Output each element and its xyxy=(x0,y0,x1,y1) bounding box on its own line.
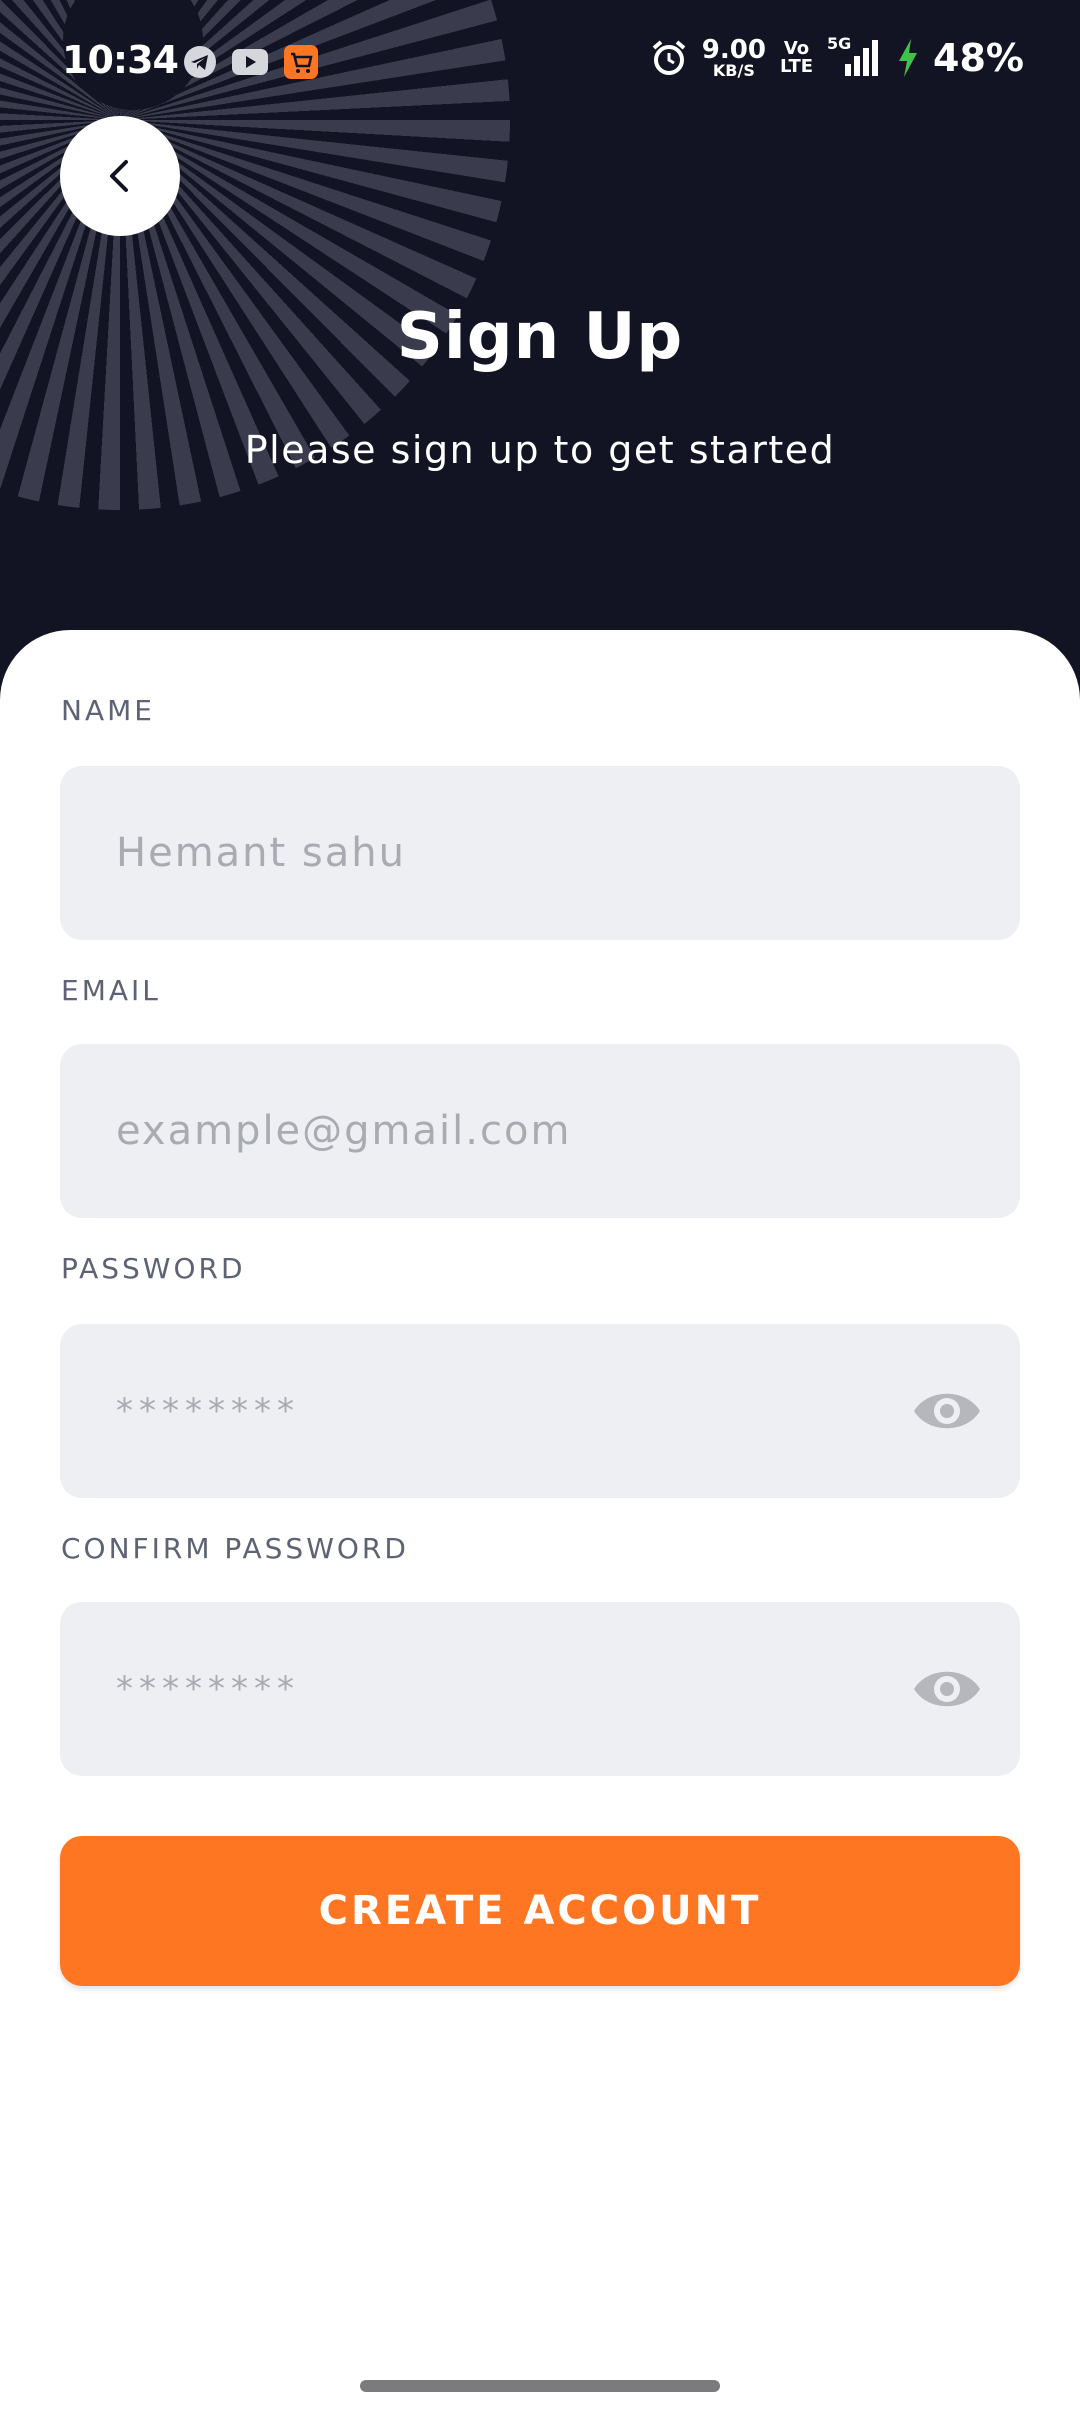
signal-icon: 5G xyxy=(827,34,883,78)
home-indicator[interactable] xyxy=(360,2380,720,2392)
shop-app-icon xyxy=(284,45,318,79)
back-button[interactable] xyxy=(60,116,180,236)
confirm-password-input[interactable]: ******** xyxy=(60,1602,1020,1776)
network-speed: 9.00 KB/S xyxy=(701,35,766,80)
name-placeholder: Hemant sahu xyxy=(116,830,406,876)
name-label: NAME xyxy=(61,694,155,727)
password-input[interactable]: ******** xyxy=(60,1324,1020,1498)
youtube-icon xyxy=(232,49,268,75)
eye-icon[interactable] xyxy=(912,1660,982,1718)
email-label: EMAIL xyxy=(61,974,161,1007)
password-placeholder: ******** xyxy=(116,1391,300,1431)
eye-icon[interactable] xyxy=(912,1382,982,1440)
battery-percent: 48% xyxy=(933,36,1024,80)
email-input[interactable]: example@gmail.com xyxy=(60,1044,1020,1218)
confirm-password-label: CONFIRM PASSWORD xyxy=(61,1532,409,1565)
header: 10:34 9.00 KB/S Vo LTE 5G 48% Sign Up Pl… xyxy=(0,0,1080,720)
create-account-button[interactable]: CREATE ACCOUNT xyxy=(60,1836,1020,1986)
page-title: Sign Up xyxy=(396,300,684,374)
back-arrow-icon xyxy=(110,160,128,192)
confirm-password-placeholder: ******** xyxy=(116,1669,300,1709)
status-bar: 10:34 9.00 KB/S Vo LTE 5G 48% xyxy=(0,0,1080,120)
alarm-icon xyxy=(652,40,686,75)
telegram-icon xyxy=(184,46,216,78)
status-time: 10:34 xyxy=(62,38,179,82)
charging-icon xyxy=(899,39,918,77)
password-label: PASSWORD xyxy=(61,1252,246,1285)
volte-indicator: Vo LTE xyxy=(779,38,814,77)
name-input[interactable]: Hemant sahu xyxy=(60,766,1020,940)
signup-form-card: NAME Hemant sahu EMAIL example@gmail.com… xyxy=(0,630,1080,2412)
email-placeholder: example@gmail.com xyxy=(116,1108,572,1154)
page-subtitle: Please sign up to get started xyxy=(244,428,836,472)
